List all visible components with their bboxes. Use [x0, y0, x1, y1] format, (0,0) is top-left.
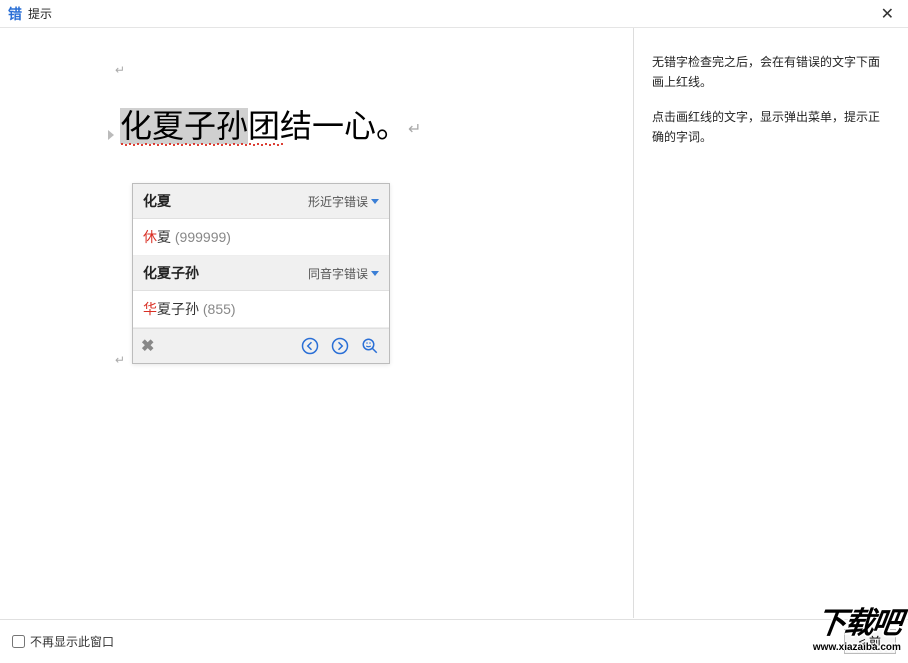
- selected-text[interactable]: 化夏子孙: [120, 108, 248, 144]
- prev-icon[interactable]: [299, 335, 321, 357]
- footer-bar: 不再显示此窗口 < 前: [0, 619, 908, 663]
- window-title: 提示: [28, 5, 52, 22]
- help-pane: 无错字检查完之后，会在有错误的文字下面画上红线。 点击画红线的文字，显示弹出菜单…: [633, 28, 908, 618]
- error-type-1[interactable]: 形近字错误: [308, 193, 379, 210]
- titlebar: 错 提示 ✕: [0, 0, 908, 28]
- content-area: ↵ 化夏子孙团结一心。↵ 化夏 形近字错误 休夏 (999999) 化夏子孙: [0, 28, 908, 618]
- suggestion-2[interactable]: 华夏子孙 (855): [133, 291, 389, 328]
- zoom-smile-icon[interactable]: [359, 335, 381, 357]
- popup-header-1: 化夏 形近字错误: [133, 184, 389, 219]
- paragraph-mark-icon: ↵: [115, 353, 125, 367]
- popup-header-2: 化夏子孙 同音字错误: [133, 256, 389, 291]
- close-icon[interactable]: ✕: [875, 2, 900, 26]
- prev-button[interactable]: < 前: [844, 629, 896, 654]
- caret-icon: [108, 130, 114, 140]
- help-text-1: 无错字检查完之后，会在有错误的文字下面画上红线。: [652, 52, 890, 93]
- checkbox-input[interactable]: [12, 635, 25, 648]
- app-icon: 错: [8, 4, 22, 24]
- document-text[interactable]: 化夏子孙团结一心。↵: [120, 107, 421, 145]
- document-pane: ↵ 化夏子孙团结一心。↵ 化夏 形近字错误 休夏 (999999) 化夏子孙: [0, 28, 633, 618]
- error-type-2[interactable]: 同音字错误: [308, 265, 379, 282]
- dismiss-icon[interactable]: ✖: [141, 336, 154, 356]
- error-underline: [120, 143, 283, 146]
- help-text-2: 点击画红线的文字，显示弹出菜单，提示正确的字词。: [652, 107, 890, 148]
- paragraph-mark-icon: ↵: [408, 121, 421, 138]
- paragraph-mark-icon: ↵: [115, 63, 125, 77]
- chevron-down-icon[interactable]: [371, 271, 379, 276]
- chevron-down-icon[interactable]: [371, 199, 379, 204]
- suggestion-1[interactable]: 休夏 (999999): [133, 219, 389, 256]
- correction-popup: 化夏 形近字错误 休夏 (999999) 化夏子孙 同音字错误 华夏子孙 (8: [132, 183, 390, 364]
- error-word-2: 化夏子孙: [143, 263, 199, 283]
- rest-text[interactable]: 团结一心。: [248, 108, 408, 144]
- popup-toolbar: ✖: [133, 328, 389, 363]
- next-icon[interactable]: [329, 335, 351, 357]
- error-word-1: 化夏: [143, 191, 171, 211]
- dont-show-checkbox[interactable]: 不再显示此窗口: [12, 633, 114, 650]
